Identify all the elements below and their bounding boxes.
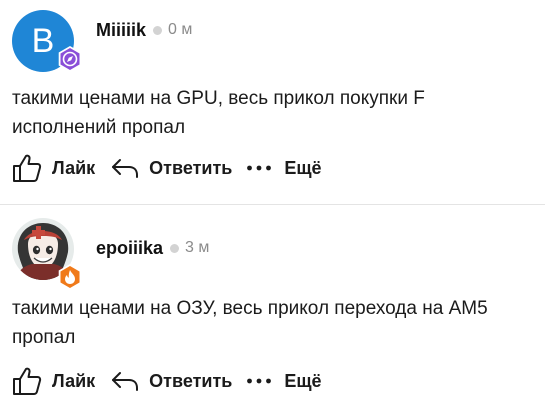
timestamp: 3 м [185, 239, 210, 256]
reply-arrow-icon [112, 372, 139, 391]
more-button[interactable]: Ещё [246, 157, 322, 179]
more-dots-icon [247, 165, 272, 171]
like-button[interactable]: Лайк [12, 366, 95, 396]
reply-arrow-icon [112, 159, 139, 178]
comment: epoiiika 3 м такими ценами на ОЗУ, весь … [0, 206, 545, 413]
author-name[interactable]: Miiiiik [96, 20, 146, 41]
thumbs-up-icon [13, 154, 42, 182]
more-dots-icon [247, 378, 272, 384]
status-dot [170, 243, 180, 253]
comment: B Miiiiik 0 м такими ценами на GPU, весь… [0, 0, 545, 205]
author-line: epoiiika 3 м [96, 236, 209, 260]
compass-icon [58, 46, 82, 72]
author-name[interactable]: epoiiika [96, 238, 163, 259]
like-label: Лайк [52, 157, 96, 178]
status-dot [153, 25, 163, 35]
comment-text: такими ценами на GPU, весь прикол покупк… [12, 88, 425, 138]
reply-button[interactable]: Ответить [111, 157, 232, 179]
more-button[interactable]: Ещё [246, 370, 322, 392]
more-label: Ещё [284, 370, 322, 391]
more-label: Ещё [284, 157, 322, 178]
thumbs-up-icon [13, 367, 42, 395]
reply-label: Ответить [149, 157, 233, 178]
author-line: Miiiiik 0 м [96, 18, 192, 42]
like-button[interactable]: Лайк [12, 153, 95, 183]
comment-actions: Лайк Ответить Ещё [12, 366, 322, 396]
comment-actions: Лайк Ответить Ещё [12, 153, 322, 183]
flame-icon [58, 264, 82, 290]
reply-button[interactable]: Ответить [111, 370, 232, 392]
reply-label: Ответить [149, 370, 233, 391]
timestamp: 0 м [168, 21, 193, 38]
like-label: Лайк [52, 370, 96, 391]
divider [0, 204, 545, 205]
comment-text: такими ценами на ОЗУ, весь прикол перехо… [12, 298, 488, 348]
